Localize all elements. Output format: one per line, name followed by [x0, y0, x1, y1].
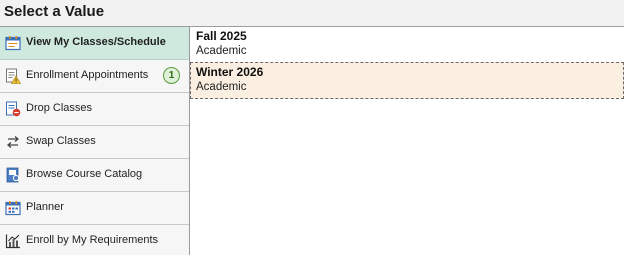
term-career: Academic: [196, 45, 247, 57]
sidebar-item-label: Planner: [26, 201, 64, 213]
term-career: Academic: [196, 81, 247, 93]
term-name: Winter 2026: [196, 65, 264, 79]
term-name: Fall 2025: [196, 29, 247, 43]
catalog-book-icon: [6, 167, 21, 183]
term-option-fall-2025[interactable]: Fall 2025 Academic: [190, 27, 624, 61]
sidebar-item-label: Enroll by My Requirements: [26, 234, 159, 246]
select-value-dialog: Select a Value View My Classes/Schedule: [0, 0, 624, 255]
sidebar-item-drop-classes[interactable]: Drop Classes: [0, 93, 189, 126]
dialog-header: Select a Value: [0, 0, 624, 27]
sidebar-item-label: Enrollment Appointments: [26, 69, 149, 81]
swap-arrows-icon: [6, 136, 20, 148]
sidebar-item-swap-classes[interactable]: Swap Classes: [0, 126, 189, 159]
planner-calendar-icon: [5, 201, 21, 216]
sidebar-item-label: Browse Course Catalog: [26, 168, 143, 180]
dialog-title: Select a Value: [4, 3, 105, 20]
notification-badge: 1: [163, 67, 180, 84]
sidebar-item-label: Swap Classes: [26, 135, 96, 147]
requirements-chart-icon: [5, 234, 20, 249]
sidebar-item-planner[interactable]: Planner: [0, 192, 189, 225]
term-list: Fall 2025 Academic Winter 2026 Academic: [190, 27, 624, 255]
sidebar-item-browse-course-catalog[interactable]: Browse Course Catalog: [0, 159, 189, 192]
appointment-warning-icon: [6, 68, 21, 84]
term-option-winter-2026[interactable]: Winter 2026 Academic: [190, 62, 624, 99]
drop-classes-icon: [6, 101, 21, 117]
sidebar-item-label: Drop Classes: [26, 102, 93, 114]
sidebar-nav: View My Classes/Schedule Enrollment Appo…: [0, 27, 190, 255]
calendar-icon: [5, 36, 21, 51]
sidebar-item-enrollment-appointments[interactable]: Enrollment Appointments 1: [0, 60, 189, 93]
sidebar-item-view-my-classes[interactable]: View My Classes/Schedule: [0, 27, 189, 60]
sidebar-item-label: View My Classes/Schedule: [26, 36, 166, 48]
sidebar-item-enroll-by-requirements[interactable]: Enroll by My Requirements: [0, 225, 189, 255]
